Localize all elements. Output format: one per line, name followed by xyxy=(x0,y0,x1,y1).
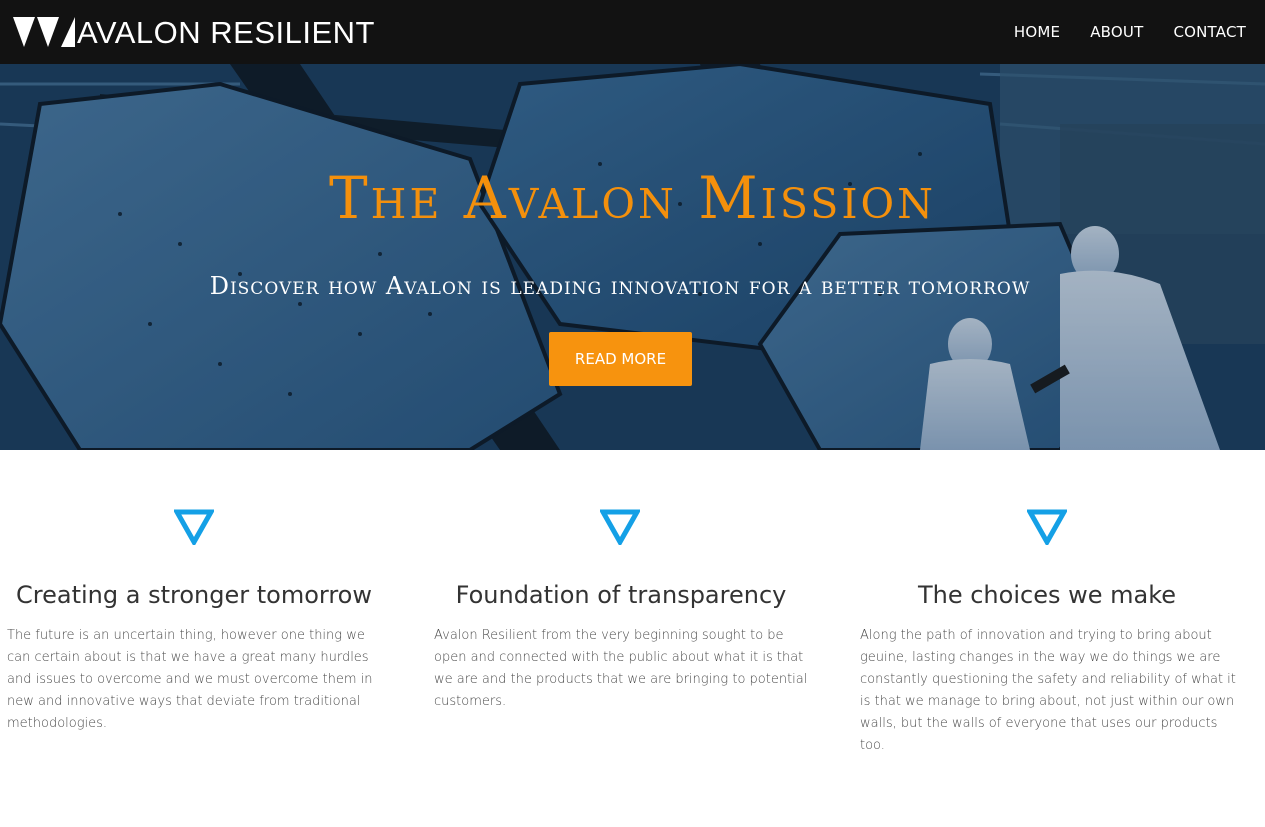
feature-title: Creating a stronger tomorrow xyxy=(16,581,372,609)
hero-background-image xyxy=(0,64,1265,450)
triangle-down-icon xyxy=(600,509,640,545)
hero-subtitle: Discover how Avalon is leading innovatio… xyxy=(209,272,1031,300)
site-header: AVALON RESILIENT HOME ABOUT CONTACT xyxy=(0,0,1265,64)
main-nav: HOME ABOUT CONTACT xyxy=(984,23,1246,41)
nav-home[interactable]: HOME xyxy=(1014,23,1060,41)
feature-text: Along the path of innovation and trying … xyxy=(860,628,1236,753)
nav-contact[interactable]: CONTACT xyxy=(1173,23,1246,41)
feature-title: The choices we make xyxy=(917,581,1177,609)
features-section: Creating a stronger tomorrow The future … xyxy=(0,450,1265,827)
brand-name: AVALON RESILIENT xyxy=(77,14,375,50)
feature-text: Avalon Resilient from the very beginning… xyxy=(434,628,808,709)
avalon-logo-icon xyxy=(13,17,75,47)
hero-title: The Avalon Mission xyxy=(329,164,936,232)
hero-banner: The Avalon Mission Discover how Avalon i… xyxy=(0,64,1265,450)
read-more-button[interactable]: READ MORE xyxy=(549,332,692,386)
feature-title: Foundation of transparency xyxy=(455,581,787,609)
triangle-down-icon xyxy=(1027,509,1067,545)
brand-logo[interactable]: AVALON RESILIENT xyxy=(13,0,375,64)
triangle-down-icon xyxy=(174,509,214,545)
feature-text: The future is an uncertain thing, howeve… xyxy=(7,628,373,731)
nav-about[interactable]: ABOUT xyxy=(1090,23,1143,41)
